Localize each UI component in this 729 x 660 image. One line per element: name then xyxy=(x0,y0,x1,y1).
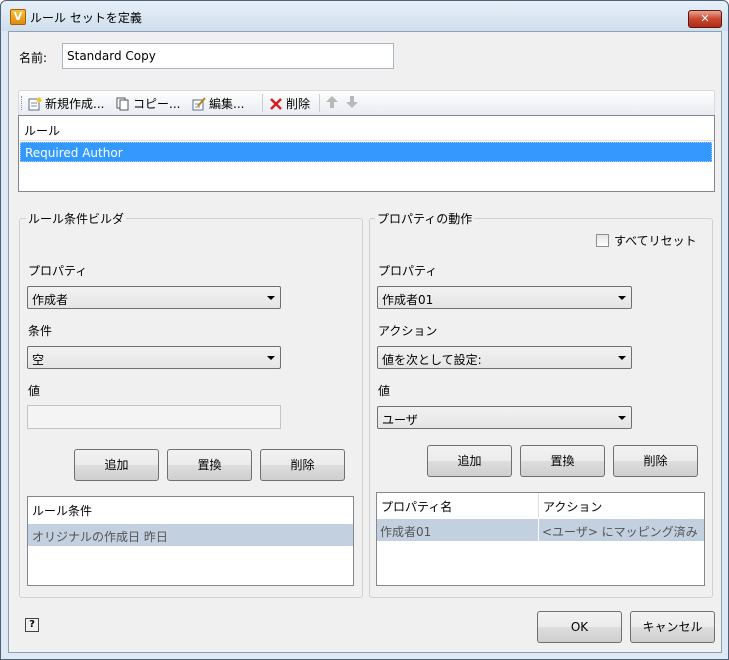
condition-item-label: オリジナルの作成日 昨日 xyxy=(32,530,168,544)
rules-list-header-label: ルール xyxy=(24,124,61,138)
chevron-down-icon xyxy=(267,356,275,360)
copy-icon xyxy=(116,97,129,110)
move-down-button[interactable] xyxy=(345,95,359,109)
arrow-down-icon xyxy=(346,96,358,108)
edit-rule-label: 編集... xyxy=(209,97,245,111)
cell-divider xyxy=(538,519,539,541)
close-button[interactable]: ✕ xyxy=(688,10,722,28)
ok-button[interactable]: OK xyxy=(537,611,622,643)
replace-condition-button[interactable]: 置換 xyxy=(167,449,252,481)
reset-all-checkbox[interactable] xyxy=(596,234,609,247)
chevron-down-icon xyxy=(267,296,275,300)
action-value-label: 値 xyxy=(378,384,391,398)
action-column-header[interactable]: アクション xyxy=(543,498,602,515)
actions-grid[interactable]: プロパティ名 アクション 作成者01 <ユーザ> にマッピング済み xyxy=(376,492,705,586)
new-document-icon xyxy=(28,97,42,110)
chevron-down-icon xyxy=(618,296,626,300)
toolbar-separator xyxy=(319,94,320,112)
action-property-value: 作成者01 xyxy=(382,293,434,307)
chevron-down-icon xyxy=(618,356,626,360)
cancel-button[interactable]: キャンセル xyxy=(630,611,715,643)
delete-x-icon xyxy=(270,97,282,110)
property-label: プロパティ xyxy=(28,264,88,278)
property-select[interactable]: 作成者 xyxy=(27,286,281,309)
add-condition-button[interactable]: 追加 xyxy=(74,449,159,481)
dialog-window: V ルール セットを定義 ✕ 名前: Standard Copy 新規作成...… xyxy=(0,0,729,660)
new-rule-button[interactable]: 新規作成... xyxy=(28,95,104,112)
help-icon[interactable]: ? xyxy=(25,618,39,632)
name-input-value: Standard Copy xyxy=(67,49,156,63)
name-label: 名前: xyxy=(19,51,48,65)
delete-condition-button[interactable]: 削除 xyxy=(260,449,345,481)
rules-list[interactable]: ルール Required Author xyxy=(18,115,715,192)
row-action-cell: <ユーザ> にマッピング済み xyxy=(542,525,698,539)
actions-grid-header: プロパティ名 アクション xyxy=(377,493,704,517)
arrow-up-icon xyxy=(326,96,338,108)
edit-icon xyxy=(192,96,206,110)
row-property-cell: 作成者01 xyxy=(380,525,432,539)
chevron-down-icon xyxy=(618,416,626,420)
column-divider[interactable] xyxy=(538,493,539,517)
rules-toolbar: 新規作成... コピー... 編集... 削除 xyxy=(18,90,715,116)
toolbar-separator xyxy=(262,94,263,112)
reset-all-label[interactable]: すべてリセット xyxy=(614,232,697,249)
copy-rule-button[interactable]: コピー... xyxy=(116,95,180,112)
copy-rule-label: コピー... xyxy=(133,97,181,111)
rule-item-label: Required Author xyxy=(25,146,123,160)
rules-list-header[interactable]: ルール xyxy=(19,116,714,141)
action-value-select-value: ユーザ xyxy=(382,413,418,427)
value-field[interactable] xyxy=(27,405,281,429)
list-item[interactable]: オリジナルの作成日 昨日 xyxy=(28,524,353,546)
move-up-button[interactable] xyxy=(325,95,339,109)
delete-action-button[interactable]: 削除 xyxy=(613,445,698,477)
dialog-title: ルール セットを定義 xyxy=(30,11,142,25)
delete-rule-button[interactable]: 削除 xyxy=(269,95,310,112)
delete-rule-label: 削除 xyxy=(286,97,311,111)
title-bar[interactable]: V ルール セットを定義 ✕ xyxy=(1,1,728,31)
condition-builder-title: ルール条件ビルダ xyxy=(26,210,127,227)
list-item[interactable]: Required Author xyxy=(20,142,712,162)
property-select-value: 作成者 xyxy=(32,293,69,307)
action-property-select[interactable]: 作成者01 xyxy=(377,286,632,309)
conditions-list-header: ルール条件 xyxy=(28,497,353,521)
action-label: アクション xyxy=(378,324,438,338)
new-rule-label: 新規作成... xyxy=(45,97,105,111)
app-logo-icon: V xyxy=(10,9,26,25)
dialog-body: 名前: Standard Copy 新規作成... コピー... 編集... 削… xyxy=(8,31,722,653)
value-label: 値 xyxy=(28,384,41,398)
action-property-label: プロパティ xyxy=(378,264,438,278)
action-value-select[interactable]: ユーザ xyxy=(377,406,632,429)
property-name-column-header[interactable]: プロパティ名 xyxy=(381,498,452,515)
add-action-button[interactable]: 追加 xyxy=(427,445,512,477)
conditions-header-label: ルール条件 xyxy=(32,504,93,518)
property-actions-title: プロパティの動作 xyxy=(375,210,475,227)
table-row[interactable]: 作成者01 <ユーザ> にマッピング済み xyxy=(377,519,704,541)
action-select-value: 値を次として設定: xyxy=(382,353,482,367)
name-input[interactable]: Standard Copy xyxy=(62,43,394,69)
conditions-list[interactable]: ルール条件 オリジナルの作成日 昨日 xyxy=(27,496,354,586)
edit-rule-button[interactable]: 編集... xyxy=(192,95,244,112)
condition-select[interactable]: 空 xyxy=(27,346,281,369)
condition-label: 条件 xyxy=(28,324,53,338)
toolbar-grip[interactable] xyxy=(21,96,24,110)
action-select[interactable]: 値を次として設定: xyxy=(377,346,632,369)
condition-select-value: 空 xyxy=(32,353,45,367)
replace-action-button[interactable]: 置換 xyxy=(520,445,605,477)
